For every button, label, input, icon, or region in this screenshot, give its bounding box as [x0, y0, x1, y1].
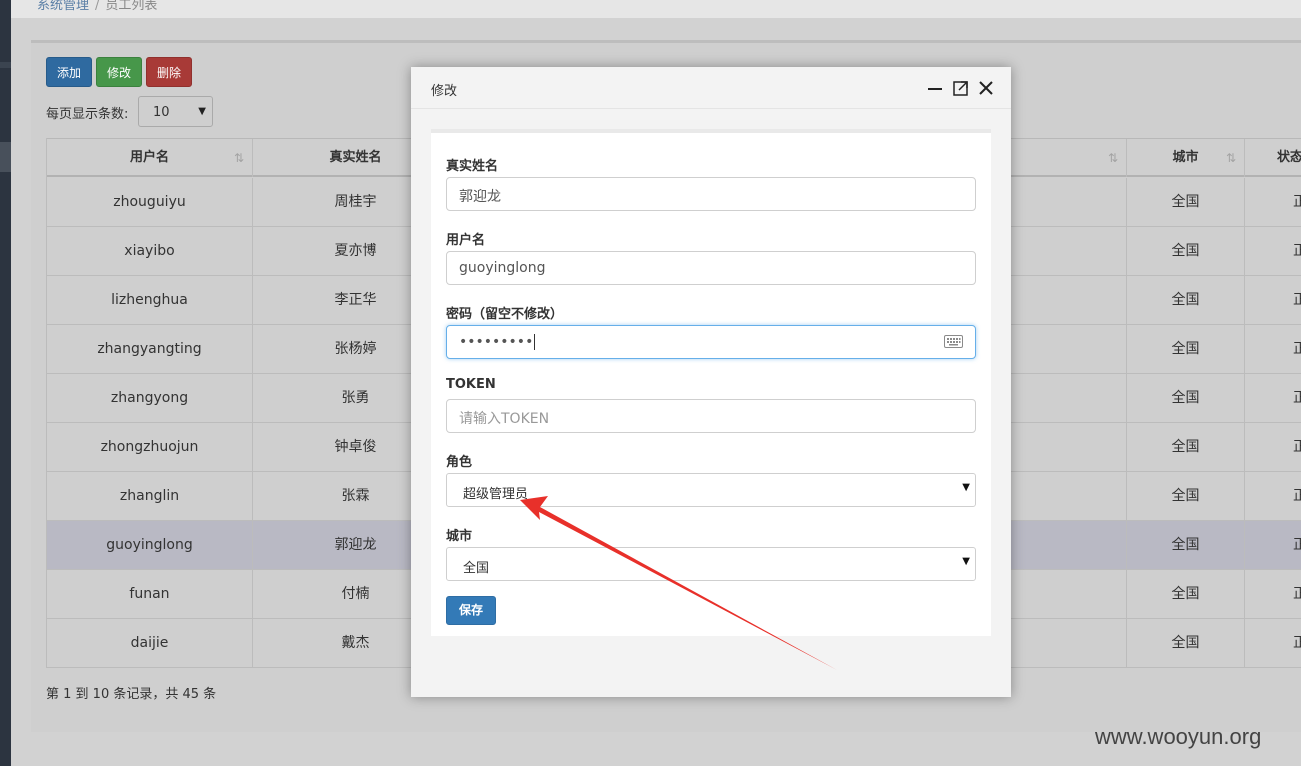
cell-status: 正: [1244, 472, 1301, 520]
add-button[interactable]: 添加: [46, 57, 92, 87]
cell-status: 正: [1244, 521, 1301, 569]
text-cursor: [534, 334, 536, 350]
column-header-label: 城市: [1172, 150, 1199, 165]
breadcrumb-bar: 系统管理 / 员工列表: [11, 0, 1301, 18]
cell-username: zhangyangting: [46, 325, 252, 373]
save-button[interactable]: 保存: [446, 596, 496, 625]
chevron-down-icon: ▼: [198, 106, 206, 117]
cell-status: 正: [1244, 619, 1301, 667]
cell-city: 全国: [1126, 374, 1244, 422]
token-input[interactable]: 请输入TOKEN: [446, 399, 976, 433]
username-input[interactable]: guoyinglong: [446, 251, 976, 285]
maximize-icon[interactable]: [952, 79, 970, 97]
sort-icon[interactable]: ⇅: [234, 139, 244, 177]
cell-city: 全国: [1126, 423, 1244, 471]
cell-status: 正: [1244, 423, 1301, 471]
chevron-down-icon: ▼: [962, 482, 970, 493]
password-label: 密码（留空不修改）: [446, 307, 564, 322]
username-label: 用户名: [446, 233, 486, 248]
role-select[interactable]: 超级管理员 ▼: [446, 473, 976, 507]
keyboard-icon[interactable]: [944, 335, 963, 348]
page-size-select[interactable]: 10 ▼: [138, 96, 213, 127]
breadcrumb: 系统管理 / 员工列表: [37, 0, 157, 13]
role-value: 超级管理员: [463, 487, 529, 502]
column-header-status[interactable]: 状态: [1244, 139, 1301, 177]
realname-input[interactable]: 郭迎龙: [446, 177, 976, 211]
role-label: 角色: [446, 455, 473, 470]
cell-username: xiayibo: [46, 227, 252, 275]
cell-status: 正: [1244, 325, 1301, 373]
city-select[interactable]: 全国 ▼: [446, 547, 976, 581]
cell-username: zhangyong: [46, 374, 252, 422]
cell-username: guoyinglong: [46, 521, 252, 569]
token-label: TOKEN: [446, 377, 496, 392]
city-label: 城市: [446, 529, 473, 544]
edit-user-modal: 修改 真实姓名 郭迎龙 用户名 guoyinglong 密码（留空不修改） ••…: [411, 67, 1011, 697]
left-sidebar: [0, 0, 11, 766]
page-size-label: 每页显示条数:: [46, 107, 129, 122]
breadcrumb-current: 员工列表: [105, 0, 158, 13]
realname-label: 真实姓名: [446, 159, 499, 174]
edit-user-form: 真实姓名 郭迎龙 用户名 guoyinglong 密码（留空不修改） •••••…: [431, 129, 991, 636]
cell-username: daijie: [46, 619, 252, 667]
pagination-summary: 第 1 到 10 条记录，共 45 条: [46, 687, 217, 702]
modal-title: 修改: [431, 84, 458, 99]
cell-username: zhouguiyu: [46, 178, 252, 226]
breadcrumb-separator: /: [95, 0, 100, 13]
minimize-icon[interactable]: [926, 79, 944, 97]
cell-city: 全国: [1126, 472, 1244, 520]
cell-city: 全国: [1126, 619, 1244, 667]
column-header-label: 真实姓名: [329, 150, 382, 165]
cell-status: 正: [1244, 276, 1301, 324]
modal-header: 修改: [411, 67, 1011, 109]
column-header-label: 状态: [1277, 150, 1301, 165]
password-value: •••••••••: [459, 334, 534, 350]
delete-button[interactable]: 删除: [146, 57, 192, 87]
cell-status: 正: [1244, 227, 1301, 275]
cell-status: 正: [1244, 178, 1301, 226]
sidebar-marker: [0, 62, 11, 68]
cell-city: 全国: [1126, 325, 1244, 373]
cell-username: funan: [46, 570, 252, 618]
cell-status: 正: [1244, 570, 1301, 618]
page-size-value: 10: [153, 105, 170, 120]
breadcrumb-parent[interactable]: 系统管理: [37, 0, 89, 13]
edit-button[interactable]: 修改: [96, 57, 142, 87]
column-header-city[interactable]: 城市 ⇅: [1126, 139, 1244, 177]
watermark: www.wooyun.org: [1095, 724, 1262, 749]
column-header-label: 用户名: [129, 150, 169, 165]
cell-city: 全国: [1126, 178, 1244, 226]
cell-status: 正: [1244, 374, 1301, 422]
password-input[interactable]: •••••••••: [446, 325, 976, 359]
sidebar-active-item[interactable]: [0, 142, 11, 172]
cell-city: 全国: [1126, 570, 1244, 618]
cell-city: 全国: [1126, 227, 1244, 275]
city-value: 全国: [463, 561, 490, 576]
chevron-down-icon: ▼: [962, 556, 970, 567]
cell-username: zhongzhuojun: [46, 423, 252, 471]
cell-username: zhanglin: [46, 472, 252, 520]
column-header-username[interactable]: 用户名 ⇅: [46, 139, 252, 177]
sort-icon[interactable]: ⇅: [1108, 139, 1118, 177]
sort-icon[interactable]: ⇅: [1226, 139, 1236, 177]
cell-city: 全国: [1126, 276, 1244, 324]
cell-city: 全国: [1126, 521, 1244, 569]
close-icon[interactable]: [977, 79, 995, 97]
cell-username: lizhenghua: [46, 276, 252, 324]
